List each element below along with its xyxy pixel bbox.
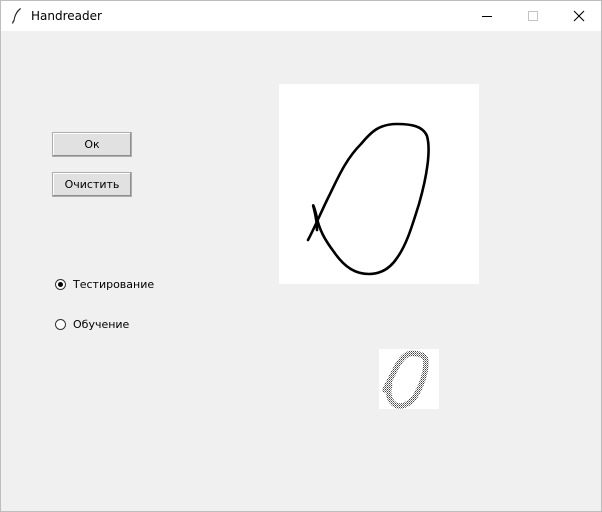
ok-button[interactable]: Ок <box>52 132 132 157</box>
minimize-button[interactable] <box>464 1 510 31</box>
drawing-canvas[interactable] <box>279 84 479 284</box>
radio-training-indicator[interactable] <box>55 318 66 330</box>
maximize-icon <box>528 11 538 21</box>
title-bar[interactable]: Handreader <box>1 1 601 31</box>
radio-testing-label: Тестирование <box>73 277 155 291</box>
minimize-icon <box>482 16 492 17</box>
close-button[interactable] <box>556 1 602 31</box>
window-title: Handreader <box>31 9 102 23</box>
radio-training-label: Обучение <box>73 317 130 331</box>
radio-testing[interactable]: Тестирование <box>55 276 154 292</box>
digit-preview <box>379 349 439 409</box>
pixelated-digit-preview <box>382 350 429 409</box>
radio-training[interactable]: Обучение <box>55 316 129 332</box>
maximize-button[interactable] <box>510 1 556 31</box>
close-icon <box>573 10 585 22</box>
handwritten-stroke <box>306 122 430 276</box>
app-window: Handreader Ок Очистить Тестирование Обуч… <box>0 0 602 512</box>
radio-testing-indicator[interactable] <box>55 278 66 290</box>
clear-button[interactable]: Очистить <box>52 172 132 197</box>
feather-icon <box>11 7 23 24</box>
